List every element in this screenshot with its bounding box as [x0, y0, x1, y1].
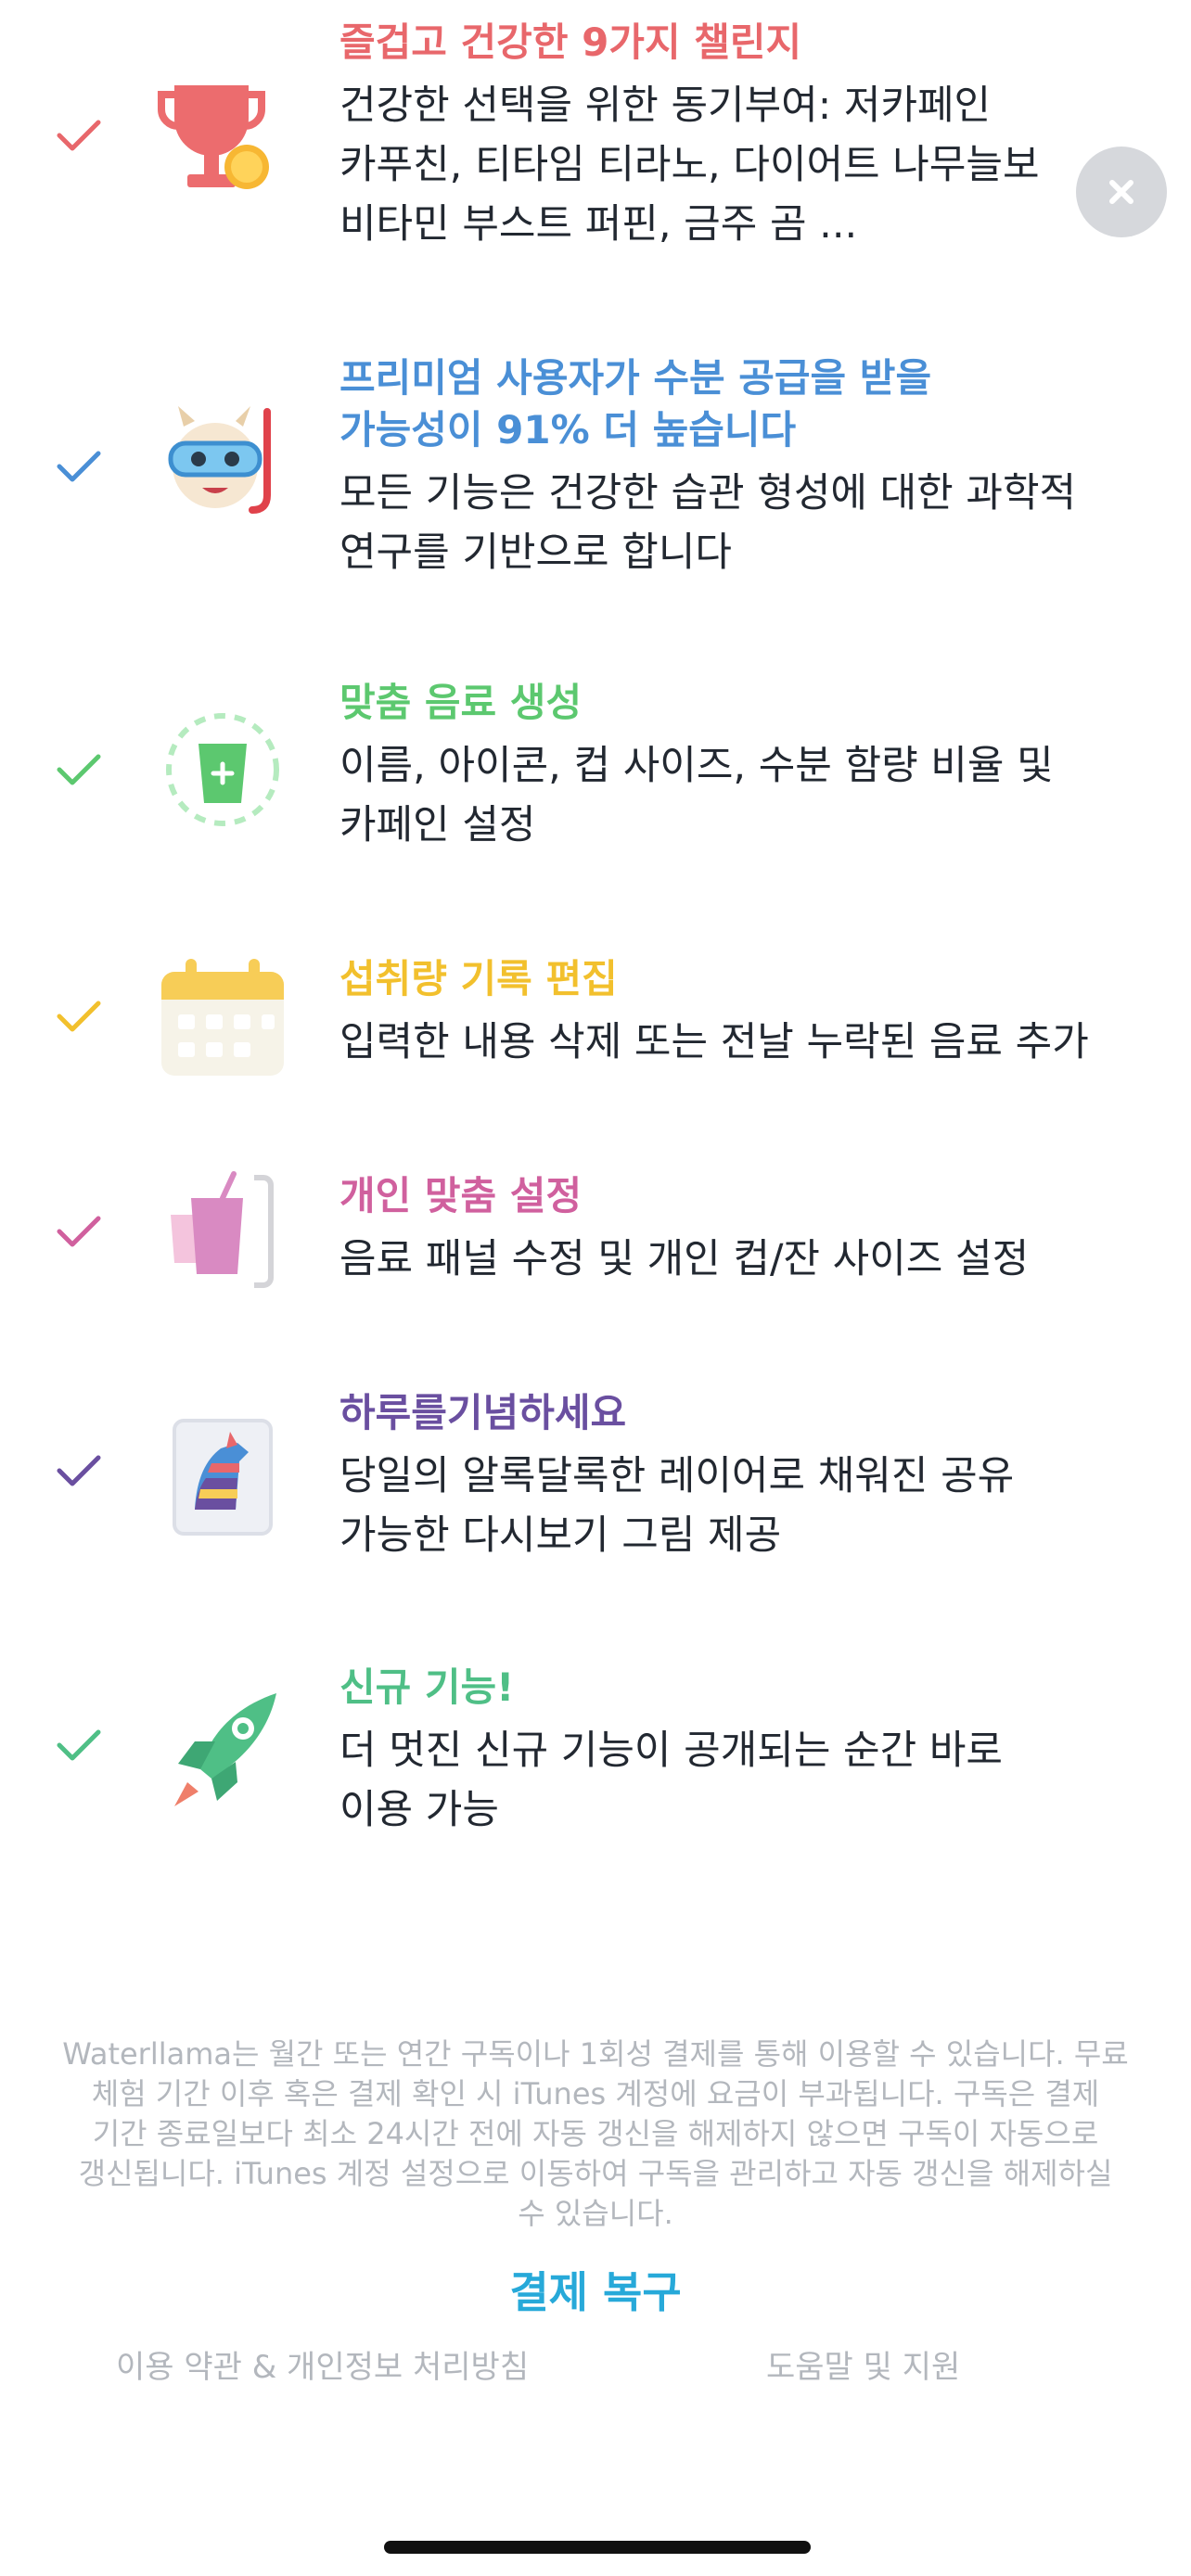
- check-icon: [57, 451, 101, 482]
- feature-desc: 당일의 알록달록한 레이어로 채워진 공유 가능한 다시보기 그림 제공: [339, 1453, 1015, 1559]
- feature-title: 신규 기능!: [339, 1664, 515, 1710]
- check-icon: [57, 754, 101, 785]
- check-icon: [57, 1216, 101, 1247]
- calendar-icon: [161, 959, 284, 1076]
- custom-drink-icon: [166, 713, 279, 826]
- feature-desc: 음료 패널 수정 및 개인 컵/잔 사이즈 설정: [339, 1236, 1030, 1282]
- trophy-icon: [158, 85, 269, 189]
- feature-desc: 더 멋진 신규 기능이 공개되는 순간 바로 이용 가능: [339, 1728, 1003, 1833]
- rocket-icon: [174, 1693, 276, 1806]
- feature-title: 개인 맞춤 설정: [339, 1173, 583, 1218]
- terms-privacy-link[interactable]: 이용 약관 & 개인정보 처리방침: [116, 2341, 529, 2387]
- subscription-legal-text: Waterllama는 월간 또는 연간 구독이나 1회성 결제를 통해 이용할…: [62, 2036, 1129, 2231]
- check-icon: [57, 1455, 101, 1486]
- feature-desc: 모든 기능은 건강한 습관 형성에 대한 과학적 연구를 기반으로 합니다: [339, 470, 1077, 576]
- feature-desc: 이름, 아이콘, 컵 사이즈, 수분 함량 비율 및 카페인 설정: [339, 743, 1054, 848]
- home-indicator[interactable]: [384, 2541, 811, 2554]
- feature-title: 섭취량 기록 편집: [339, 956, 618, 1001]
- feature-title: 맞춤 음료 생성: [339, 680, 583, 725]
- llama-snorkel-icon: [168, 406, 271, 514]
- feature-title: 프리미엄 사용자가 수분 공급을 받을 가능성이 91% 더 높습니다: [339, 355, 932, 453]
- llama-picture-icon: [173, 1419, 273, 1536]
- check-icon: [57, 1729, 101, 1761]
- feature-title: 하루를기념하세요: [339, 1390, 627, 1435]
- restore-purchase-button[interactable]: 결제 복구: [0, 2259, 1191, 2320]
- check-icon: [57, 120, 101, 151]
- cup-settings-icon: [171, 1171, 274, 1288]
- help-support-link[interactable]: 도움말 및 지원: [766, 2341, 960, 2387]
- feature-title: 즐겁고 건강한 9가지 챌린지: [339, 19, 802, 65]
- feature-desc: 건강한 선택을 위한 동기부여: 저카페인 카푸친, 티타임 티라노, 다이어트…: [339, 83, 1040, 248]
- check-icon: [57, 1001, 101, 1032]
- feature-desc: 입력한 내용 삭제 또는 전날 누락된 음료 추가: [339, 1019, 1089, 1065]
